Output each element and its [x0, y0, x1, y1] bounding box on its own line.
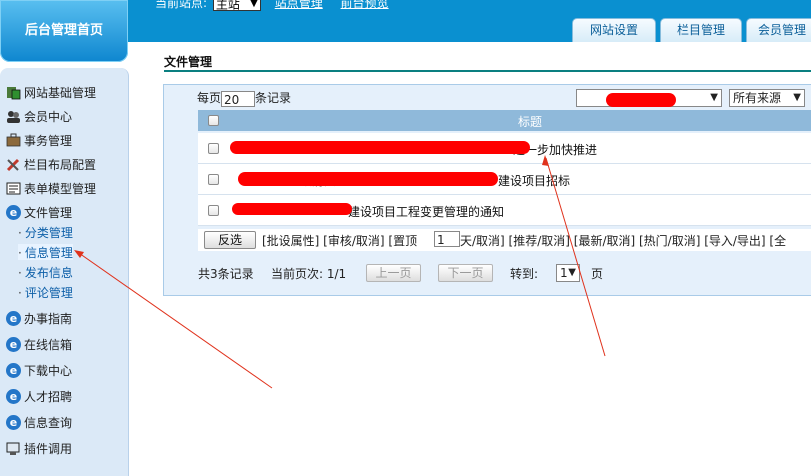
arrowhead: [542, 155, 549, 166]
annotation-arrow: [545, 157, 606, 357]
annotation-arrows: [74, 155, 606, 389]
annotation-arrow: [75, 250, 273, 389]
arrowhead: [74, 250, 84, 258]
